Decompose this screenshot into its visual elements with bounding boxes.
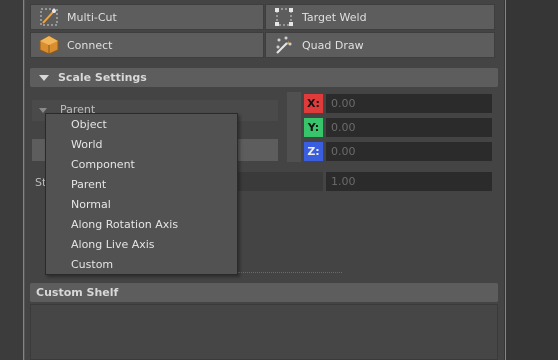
z-value: 0.00 bbox=[331, 145, 356, 158]
target-weld-button[interactable]: Target Weld bbox=[265, 4, 495, 30]
multi-cut-button[interactable]: Multi-Cut bbox=[30, 4, 264, 30]
connect-icon bbox=[39, 35, 59, 55]
menu-item-along-live-axis[interactable]: Along Live Axis bbox=[46, 234, 237, 254]
target-weld-icon bbox=[274, 7, 294, 27]
left-panel-strip bbox=[0, 0, 25, 360]
connect-label: Connect bbox=[67, 38, 113, 52]
axis-group-handle bbox=[287, 92, 301, 162]
y-value: 0.00 bbox=[331, 121, 356, 134]
x-value: 0.00 bbox=[331, 97, 356, 110]
scale-settings-title: Scale Settings bbox=[58, 71, 147, 84]
panel-border-left bbox=[23, 0, 24, 360]
multi-cut-icon bbox=[39, 7, 59, 27]
right-panel-strip bbox=[504, 0, 558, 360]
menu-item-parent[interactable]: Parent bbox=[46, 174, 237, 194]
menu-item-normal[interactable]: Normal bbox=[46, 194, 237, 214]
z-value-field[interactable]: 0.00 bbox=[326, 142, 492, 161]
custom-shelf-area[interactable] bbox=[30, 304, 498, 360]
multi-cut-label: Multi-Cut bbox=[67, 10, 117, 24]
menu-item-custom[interactable]: Custom bbox=[46, 254, 237, 274]
target-weld-label: Target Weld bbox=[302, 10, 367, 24]
separator bbox=[238, 272, 342, 273]
scale-settings-header[interactable]: Scale Settings bbox=[30, 68, 498, 87]
step-value-field[interactable]: 1.00 bbox=[326, 172, 492, 191]
quad-draw-label: Quad Draw bbox=[302, 38, 364, 52]
step-slider[interactable] bbox=[237, 172, 323, 191]
panel-border-right bbox=[505, 0, 506, 360]
y-axis-label: Y: bbox=[304, 118, 323, 137]
collapse-arrow-icon bbox=[39, 74, 49, 81]
orientation-menu: Object World Component Parent Normal Alo… bbox=[45, 113, 238, 275]
menu-item-world[interactable]: World bbox=[46, 134, 237, 154]
y-value-field[interactable]: 0.00 bbox=[326, 118, 492, 137]
connect-button[interactable]: Connect bbox=[30, 32, 264, 58]
step-value: 1.00 bbox=[331, 175, 356, 188]
menu-item-object[interactable]: Object bbox=[46, 114, 237, 134]
x-value-field[interactable]: 0.00 bbox=[326, 94, 492, 113]
quad-draw-button[interactable]: Quad Draw bbox=[265, 32, 495, 58]
menu-item-along-rotation-axis[interactable]: Along Rotation Axis bbox=[46, 214, 237, 234]
custom-shelf-title: Custom Shelf bbox=[36, 286, 119, 299]
custom-shelf-header[interactable]: Custom Shelf bbox=[30, 283, 498, 302]
menu-item-component[interactable]: Component bbox=[46, 154, 237, 174]
z-axis-label: Z: bbox=[304, 142, 323, 161]
quad-draw-icon bbox=[274, 35, 294, 55]
x-axis-label: X: bbox=[304, 94, 323, 113]
